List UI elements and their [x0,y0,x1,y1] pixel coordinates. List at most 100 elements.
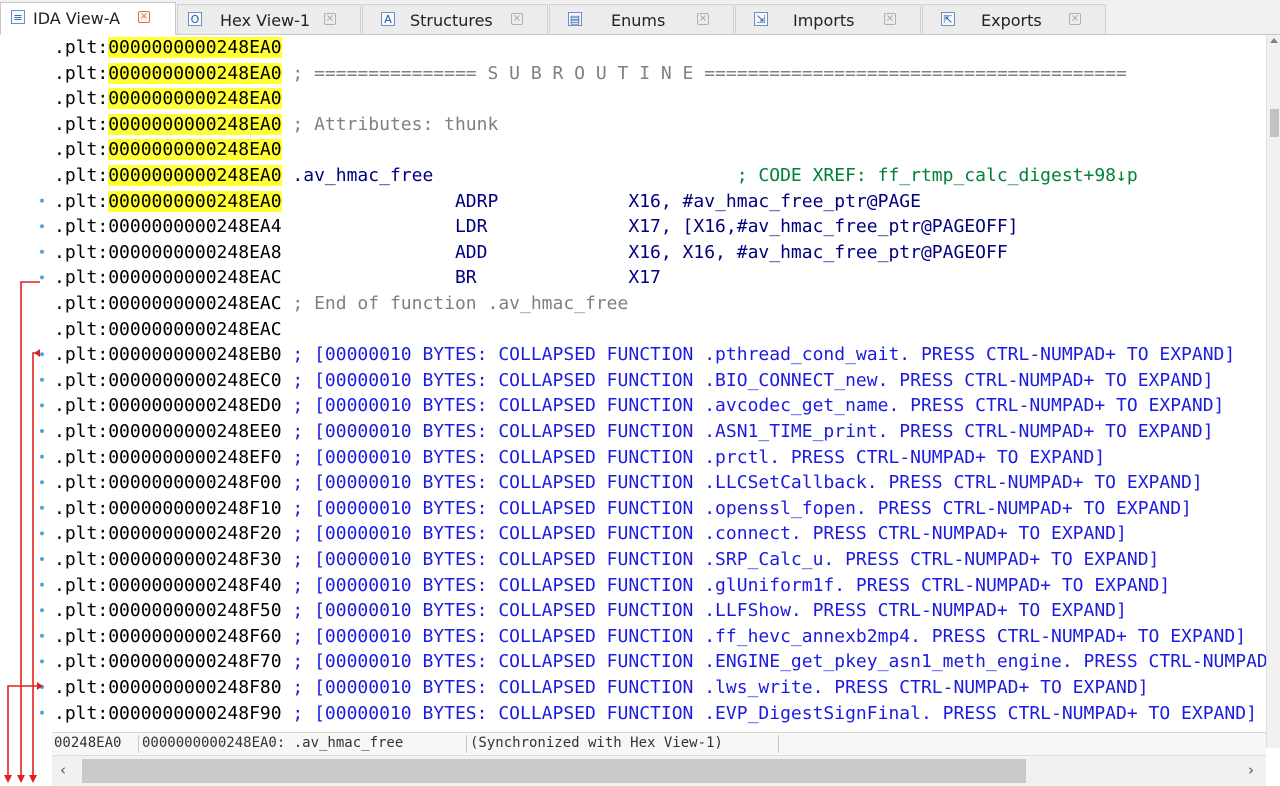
listing-line[interactable]: .plt:0000000000248EA0 [54,35,282,60]
listing-line[interactable]: .plt:0000000000248EF0 ; [00000010 BYTES:… [54,445,1105,470]
collapsed-function[interactable]: ; [00000010 BYTES: COLLAPSED FUNCTION .L… [282,472,1202,493]
collapsed-function[interactable]: ; [00000010 BYTES: COLLAPSED FUNCTION .B… [282,370,1213,391]
listing-line[interactable]: .plt:0000000000248F10 ; [00000010 BYTES:… [54,496,1192,521]
collapsed-function[interactable]: ; [00000010 BYTES: COLLAPSED FUNCTION .c… [282,523,1126,544]
address[interactable]: 0000000000248F10 [108,498,281,519]
address[interactable]: 0000000000248F60 [108,626,281,647]
collapsed-function[interactable]: ; [00000010 BYTES: COLLAPSED FUNCTION .L… [282,600,1126,621]
segment-prefix: .plt: [54,523,109,545]
collapsed-function[interactable]: ; [00000010 BYTES: COLLAPSED FUNCTION .E… [282,703,1257,724]
address[interactable]: 0000000000248F90 [108,703,281,724]
collapsed-function[interactable]: ; [00000010 BYTES: COLLAPSED FUNCTION .f… [282,626,1246,647]
scroll-up-arrow-icon[interactable] [1270,38,1278,43]
horizontal-scrollbar[interactable]: ‹ › [52,755,1266,786]
collapsed-function[interactable]: ; [00000010 BYTES: COLLAPSED FUNCTION .p… [282,447,1105,468]
listing-line[interactable]: .plt:0000000000248EAC BR X17 [54,265,661,290]
address[interactable]: 0000000000248EC0 [108,370,281,391]
tab-exports[interactable]: ⇱ Exports × [922,4,1106,34]
listing-line[interactable]: .plt:0000000000248EA4 LDR X17, [X16,#av_… [54,214,1019,239]
address[interactable]: 0000000000248EA0 [108,37,282,58]
collapsed-function[interactable]: ; [00000010 BYTES: COLLAPSED FUNCTION .S… [282,549,1159,570]
listing-line[interactable]: .plt:0000000000248EC0 ; [00000010 BYTES:… [54,368,1214,393]
horizontal-scroll-thumb[interactable] [82,759,1026,783]
address[interactable]: 0000000000248EA0 [108,62,282,84]
listing-line[interactable]: .plt:0000000000248F70 ; [00000010 BYTES:… [54,649,1266,674]
listing-line[interactable]: .plt:0000000000248F80 ; [00000010 BYTES:… [54,675,1149,700]
instruction: X17, [X16,#av_hmac_free_ptr@PAGEOFF] [628,216,1019,238]
listing-line[interactable]: .plt:0000000000248EE0 ; [00000010 BYTES:… [54,419,1214,444]
listing-line[interactable]: .plt:0000000000248F40 ; [00000010 BYTES:… [54,573,1170,598]
status-sync: (Synchronized with Hex View-1) [470,735,723,751]
close-icon[interactable]: × [697,13,709,25]
scroll-left-icon[interactable]: ‹ [60,761,66,779]
listing-line[interactable]: .plt:0000000000248EA0 .av_hmac_free ; CO… [54,163,1138,188]
listing-line[interactable]: .plt:0000000000248F30 ; [00000010 BYTES:… [54,547,1159,572]
address[interactable]: 0000000000248EAC [108,267,281,288]
address[interactable]: 0000000000248EA4 [108,216,281,237]
instruction-dot [40,633,44,638]
tab-hex-view-1[interactable]: O Hex View-1 × [177,4,361,34]
address[interactable]: 0000000000248F20 [108,523,281,544]
listing-line[interactable]: .plt:0000000000248EA0 [54,137,282,162]
collapsed-function[interactable]: ; [00000010 BYTES: COLLAPSED FUNCTION .o… [282,498,1191,519]
instruction: BR [281,267,629,289]
instruction-dot [40,557,44,561]
collapsed-function[interactable]: ; [00000010 BYTES: COLLAPSED FUNCTION .A… [282,421,1213,442]
tab-enums[interactable]: ▤ Enums × [549,4,734,34]
listing-line[interactable]: .plt:0000000000248EAC [54,317,282,342]
address[interactable]: 0000000000248F00 [108,472,281,493]
tab-ida-view-a[interactable]: ≡ IDA View-A × [0,2,176,35]
listing-line[interactable]: .plt:0000000000248EA8 ADD X16, X16, #av_… [54,240,1008,265]
address[interactable]: 0000000000248F40 [108,575,281,596]
collapsed-function[interactable]: ; [00000010 BYTES: COLLAPSED FUNCTION .E… [282,651,1266,672]
close-icon[interactable]: × [511,13,523,25]
listing-line[interactable]: .plt:0000000000248EB0 ; [00000010 BYTES:… [54,342,1235,367]
address[interactable]: 0000000000248F70 [108,651,281,672]
listing-line[interactable]: .plt:0000000000248F20 ; [00000010 BYTES:… [54,521,1127,546]
listing-line[interactable]: .plt:0000000000248F90 ; [00000010 BYTES:… [54,701,1257,726]
collapsed-function[interactable]: ; [00000010 BYTES: COLLAPSED FUNCTION .g… [282,575,1170,596]
close-icon[interactable]: × [884,13,896,25]
listing-line[interactable]: .plt:0000000000248EAC ; End of function … [54,291,628,316]
collapsed-function[interactable]: ; [00000010 BYTES: COLLAPSED FUNCTION .a… [282,395,1224,416]
address[interactable]: 0000000000248EA0 [108,113,282,135]
instruction-dot [40,659,44,664]
address[interactable]: 0000000000248F30 [108,549,281,570]
address[interactable]: 0000000000248ED0 [108,395,281,416]
instruction-dot [40,352,44,357]
address[interactable]: 0000000000248EA0 [108,139,282,161]
listing-line[interactable]: .plt:0000000000248F00 ; [00000010 BYTES:… [54,470,1203,495]
instruction: X16, X16, #av_hmac_free_ptr@PAGEOFF [628,241,1008,263]
address[interactable]: 0000000000248EAC [108,293,281,314]
listing-line[interactable]: .plt:0000000000248F50 ; [00000010 BYTES:… [54,598,1127,623]
listing-line[interactable]: .plt:0000000000248ED0 ; [00000010 BYTES:… [54,393,1224,418]
segment-prefix: .plt: [54,625,109,647]
tab-structures[interactable]: A Structures × [362,4,548,34]
close-icon[interactable]: × [138,11,150,23]
disassembly-view[interactable]: .plt:0000000000248EA0 .plt:0000000000248E… [52,35,1266,732]
collapsed-function[interactable]: ; [00000010 BYTES: COLLAPSED FUNCTION .p… [282,344,1235,365]
listing-line[interactable]: .plt:0000000000248EA0 ADRP X16, #av_hmac… [54,189,921,214]
address[interactable]: 0000000000248EF0 [108,447,281,468]
address[interactable]: 0000000000248EA8 [108,242,281,263]
address[interactable]: 0000000000248EE0 [108,421,281,442]
address[interactable]: 0000000000248EA0 [108,190,282,212]
close-icon[interactable]: × [324,13,336,25]
address[interactable]: 0000000000248F50 [108,600,281,621]
scroll-right-icon[interactable]: › [1248,761,1254,779]
address[interactable]: 0000000000248EB0 [108,344,281,365]
tab-imports[interactable]: ⇲ Imports × [735,4,921,34]
address[interactable]: 0000000000248EA0 [108,88,282,110]
address[interactable]: 0000000000248EAC [108,319,281,340]
listing-line[interactable]: .plt:0000000000248EA0 [54,86,282,111]
listing-line[interactable]: .plt:0000000000248EA0 ; =============== … [54,61,1127,86]
listing-line[interactable]: .plt:0000000000248F60 ; [00000010 BYTES:… [54,624,1246,649]
segment-prefix: .plt: [54,318,109,340]
close-icon[interactable]: × [1069,13,1081,25]
address[interactable]: 0000000000248F80 [108,677,281,698]
address[interactable]: 0000000000248EA0 [108,165,282,186]
collapsed-function[interactable]: ; [00000010 BYTES: COLLAPSED FUNCTION .l… [282,677,1148,698]
vertical-scrollbar[interactable] [1266,35,1280,748]
vertical-scroll-thumb[interactable] [1270,109,1279,137]
listing-line[interactable]: .plt:0000000000248EA0 ; Attributes: thun… [54,112,498,137]
